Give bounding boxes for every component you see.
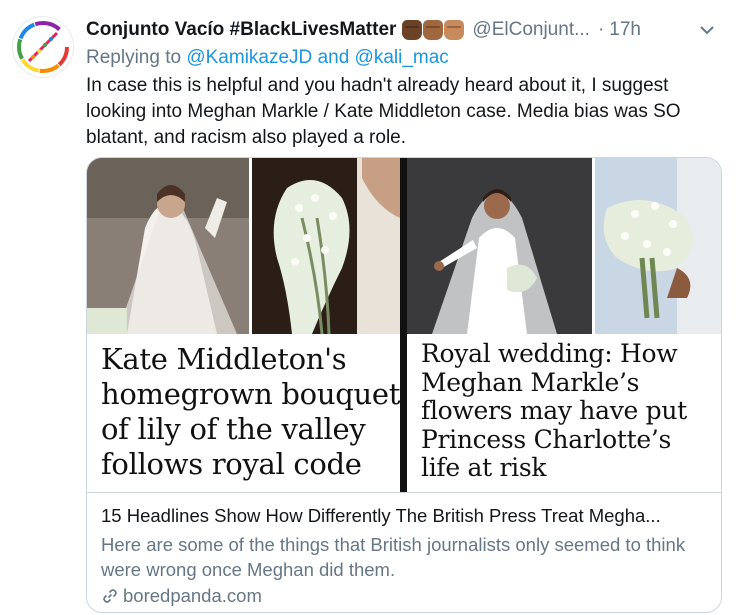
separator-dot: ·	[597, 19, 605, 40]
replying-to: Replying to @KamikazeJD and @kali_mac	[86, 47, 449, 69]
tweet[interactable]: Conjunto Vacío #BlackLivesMatter @ElConj…	[0, 0, 739, 615]
card-domain-row: boredpanda.com	[101, 585, 711, 607]
card-title[interactable]: 15 Headlines Show How Differently The Br…	[101, 504, 711, 528]
card-description: Here are some of the things that British…	[101, 534, 686, 580]
reply-and: and	[317, 47, 350, 68]
raised-fist-emojis	[402, 20, 465, 40]
user-handle[interactable]: @ElConjunt...	[472, 19, 590, 41]
raised-fist-icon	[402, 20, 423, 40]
card-divider	[87, 492, 721, 493]
link-icon	[103, 589, 117, 603]
reply-prefix: Replying to	[86, 47, 182, 68]
rainbow-ring-logo	[15, 19, 71, 75]
raised-fist-icon	[444, 20, 465, 40]
reply-user-link[interactable]: @kali_mac	[355, 47, 449, 68]
headline-right: Royal wedding: How Meghan Markle’s flowe…	[421, 339, 687, 482]
card-image: Kate Middleton's homegrown bouquet of li…	[87, 158, 721, 492]
reply-user-link[interactable]: @KamikazeJD	[186, 47, 312, 68]
card-meta: 15 Headlines Show How Differently The Br…	[101, 504, 711, 607]
avatar[interactable]	[12, 16, 74, 78]
raised-fist-icon	[423, 20, 444, 40]
link-card[interactable]: Kate Middleton's homegrown bouquet of li…	[86, 157, 722, 613]
timestamp[interactable]: 17h	[609, 19, 641, 41]
tweet-header: Conjunto Vacío #BlackLivesMatter @ElConj…	[86, 17, 726, 43]
headline-left: Kate Middleton's homegrown bouquet of li…	[101, 342, 401, 481]
chevron-down-icon[interactable]	[698, 21, 716, 39]
card-domain: boredpanda.com	[123, 585, 262, 606]
tweet-text: In case this is helpful and you hadn't a…	[86, 75, 681, 148]
display-name[interactable]: Conjunto Vacío #BlackLivesMatter	[86, 19, 396, 41]
